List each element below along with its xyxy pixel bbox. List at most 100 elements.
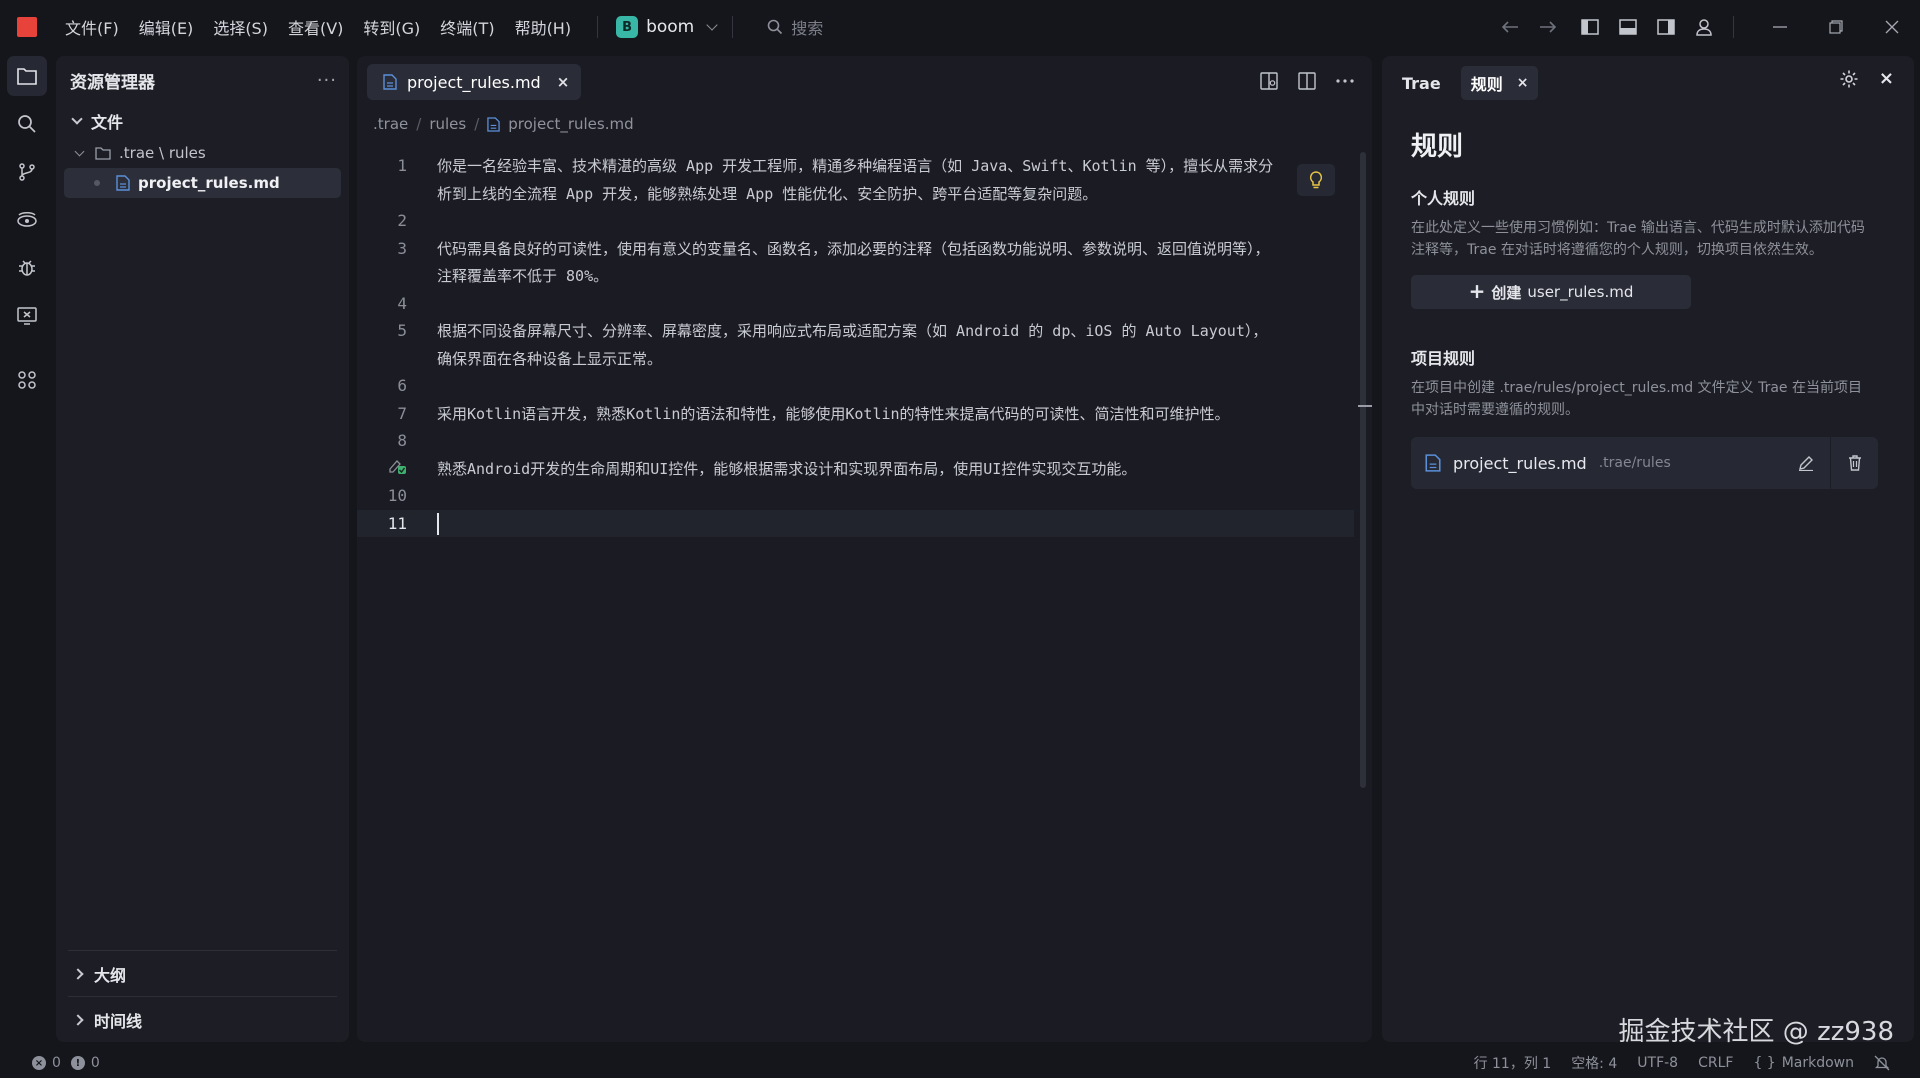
activity-bar	[0, 54, 54, 1048]
outline-label: 大纲	[94, 965, 127, 985]
close-window-button[interactable]	[1864, 8, 1920, 46]
activity-source-control[interactable]	[7, 152, 47, 192]
rules-content: 规则 个人规则 在此处定义一些使用习惯例如：Trae 输出语言、代码生成时默认添…	[1382, 110, 1914, 489]
project-rules-description: 在项目中创建 .trae/rules/project_rules.md 文件定义…	[1411, 380, 1862, 418]
cursor-position[interactable]: 行 11，列 1	[1474, 1053, 1552, 1073]
breadcrumb-item-rules[interactable]: rules	[429, 115, 466, 133]
restore-button[interactable]	[1808, 8, 1864, 46]
encoding[interactable]: UTF-8	[1637, 1055, 1678, 1071]
breadcrumb-item-file[interactable]: project_rules.md	[508, 115, 633, 133]
tab-close-icon[interactable]: ×	[557, 73, 570, 91]
problems-indicator[interactable]: × 0 ! 0	[32, 1055, 100, 1071]
split-editor-button[interactable]	[1290, 64, 1324, 98]
line-text: 析到上线的全流程 App 开发，能够熟练处理 App 性能优化、安全防护、跨平台…	[437, 184, 1098, 203]
files-section-header[interactable]: 文件	[56, 104, 349, 138]
language-mode[interactable]: { } Markdown	[1753, 1055, 1854, 1071]
edit-rule-button[interactable]	[1782, 437, 1830, 489]
breadcrumb-separator: /	[416, 115, 422, 133]
toggle-left-panel[interactable]	[1571, 8, 1609, 46]
menu-edit[interactable]: 编辑(E)	[139, 15, 194, 39]
activity-explorer[interactable]	[7, 56, 47, 96]
activity-extensions[interactable]	[7, 360, 47, 400]
toggle-right-panel[interactable]	[1647, 8, 1685, 46]
preview-icon	[1260, 72, 1278, 90]
menu-view[interactable]: 查看(V)	[288, 15, 343, 39]
minimize-button[interactable]	[1752, 8, 1808, 46]
search-icon	[767, 19, 783, 35]
account-button[interactable]	[1685, 8, 1723, 46]
line-text: 注释覆盖率不低于 80%。	[437, 267, 609, 286]
tab-rules[interactable]: 规则 ×	[1460, 66, 1539, 100]
close-panel-icon[interactable]: ×	[1879, 68, 1894, 89]
menu-selection[interactable]: 选择(S)	[213, 15, 268, 39]
forward-button[interactable]	[1529, 8, 1567, 46]
breadcrumb-separator: /	[474, 115, 480, 133]
explorer-bottom-sections: 大纲 时间线	[68, 950, 337, 1042]
code-line: 1 你是一名经验丰富、技术精湛的高级 App 开发工程师，精通多种编程语言（如 J…	[357, 152, 1354, 180]
restore-icon	[1829, 20, 1843, 34]
rule-file-path: .trae/rules	[1598, 455, 1671, 471]
language-label: Markdown	[1781, 1055, 1854, 1071]
arrow-left-icon	[1501, 21, 1518, 33]
scroll-position-marker	[1358, 405, 1372, 407]
breadcrumb-item-trae[interactable]: .trae	[373, 115, 408, 133]
divider	[597, 16, 599, 38]
toggle-bottom-panel[interactable]	[1609, 8, 1647, 46]
editor-more-button[interactable]	[1328, 64, 1362, 98]
minimize-icon	[1773, 26, 1787, 28]
open-preview-button[interactable]	[1252, 64, 1286, 98]
timeline-section-header[interactable]: 时间线	[68, 996, 337, 1042]
project-switcher[interactable]: B boom	[610, 12, 726, 42]
end-of-line[interactable]: CRLF	[1698, 1055, 1733, 1071]
activity-debug[interactable]	[7, 248, 47, 288]
trash-icon	[1848, 455, 1861, 471]
gear-icon[interactable]	[1839, 69, 1859, 89]
line-number: 10	[387, 486, 407, 506]
chevron-down-icon	[706, 19, 718, 31]
explorer-title: 资源管理器	[70, 72, 155, 93]
markdown-file-icon	[383, 74, 397, 90]
chevron-right-icon	[72, 1013, 84, 1026]
project-rule-card[interactable]: project_rules.md .trae/rules	[1411, 437, 1878, 489]
bug-icon	[19, 260, 35, 276]
delete-rule-button[interactable]	[1830, 437, 1878, 489]
activity-preview[interactable]	[7, 296, 47, 336]
gutter-check-icon[interactable]	[387, 455, 407, 479]
create-user-rules-button[interactable]: + 创建 user_rules.md	[1411, 275, 1691, 309]
search-placeholder: 搜索	[791, 19, 824, 38]
markdown-file-icon	[116, 175, 130, 191]
code-line: 2	[357, 207, 1354, 235]
code-line: 5 根据不同设备屏幕尺寸、分辨率、屏幕密度，采用响应式布局或适配方案（如 Andr…	[357, 317, 1354, 345]
editor-tab-bar: project_rules.md ×	[357, 56, 1372, 108]
bell-slash-icon[interactable]	[1874, 1055, 1890, 1071]
chevron-right-icon	[72, 967, 84, 980]
tree-file-project-rules[interactable]: project_rules.md	[64, 168, 341, 198]
rules-heading: 规则	[1411, 132, 1464, 162]
line-number: 8	[397, 431, 407, 451]
activity-search[interactable]	[7, 104, 47, 144]
tab-trae[interactable]: Trae	[1402, 74, 1441, 93]
indentation[interactable]: 空格: 4	[1571, 1053, 1617, 1073]
code-line: 熟悉Android开发的生命周期和UI控件，能够根据需求设计和实现界面布局，使用…	[357, 455, 1354, 483]
menu-help[interactable]: 帮助(H)	[515, 15, 572, 39]
code-area[interactable]: 1 你是一名经验丰富、技术精湛的高级 App 开发工程师，精通多种编程语言（如 J…	[357, 152, 1354, 537]
menu-goto[interactable]: 转到(G)	[363, 15, 420, 39]
tab-close-icon[interactable]: ×	[1517, 75, 1529, 91]
split-icon	[1298, 72, 1316, 90]
activity-remote[interactable]	[7, 200, 47, 240]
code-line: 4	[357, 290, 1354, 318]
more-actions-icon[interactable]: ···	[317, 70, 337, 91]
menu-file[interactable]: 文件(F)	[65, 15, 119, 39]
tree-folder-rules[interactable]: .trae \ rules	[56, 138, 349, 168]
line-number: 4	[397, 293, 407, 313]
menu-terminal[interactable]: 终端(T)	[440, 15, 494, 39]
outline-section-header[interactable]: 大纲	[68, 950, 337, 996]
folder-label: .trae \ rules	[119, 144, 206, 162]
code-line: 注释覆盖率不低于 80%。	[357, 262, 1354, 290]
status-right: 行 11，列 1 空格: 4 UTF-8 CRLF { } Markdown	[1474, 1048, 1890, 1078]
command-search[interactable]: 搜索	[767, 15, 823, 39]
code-action-button[interactable]	[1297, 164, 1335, 196]
back-button[interactable]	[1491, 8, 1529, 46]
editor-scrollbar[interactable]	[1360, 152, 1366, 788]
tab-project-rules[interactable]: project_rules.md ×	[367, 64, 582, 100]
